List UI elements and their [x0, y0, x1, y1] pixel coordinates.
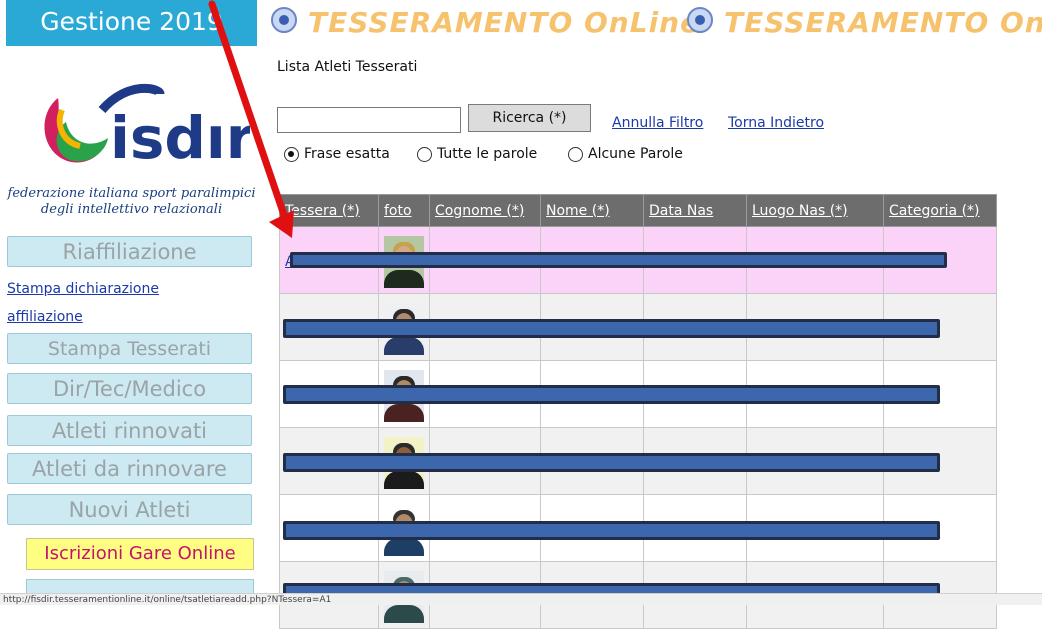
torna-indietro-link[interactable]: Torna Indietro	[728, 115, 824, 131]
svg-text:isdır: isdır	[110, 104, 250, 172]
stampa-tesserati-button[interactable]: Stampa Tesserati	[7, 333, 252, 364]
sidebar: Gestione 2019 isdır federazione italiana…	[0, 0, 262, 605]
banner-logo-icon	[271, 7, 297, 33]
radio-frase-esatta[interactable]: Frase esatta	[284, 144, 390, 164]
iscrizioni-gare-online-button[interactable]: Iscrizioni Gare Online	[26, 538, 254, 570]
column-header-cognome[interactable]: Cognome (*)	[429, 194, 541, 227]
radio-label: Frase esatta	[304, 146, 390, 162]
radio-tutte-le-parole[interactable]: Tutte le parole	[417, 144, 537, 164]
redaction-bar	[283, 385, 940, 404]
column-header-foto[interactable]: foto	[378, 194, 430, 227]
column-header-nome[interactable]: Nome (*)	[540, 194, 644, 227]
redaction-bar	[283, 453, 940, 472]
redaction-bar	[283, 521, 940, 540]
atleti-rinnovati-button[interactable]: Atleti rinnovati	[7, 415, 252, 446]
radio-label: Tutte le parole	[437, 146, 538, 162]
banner-text-repeat: TESSERAMENTO OnLine	[724, 6, 1042, 39]
search-input[interactable]	[277, 107, 461, 133]
column-header-luogo-nas[interactable]: Luogo Nas (*)	[746, 194, 884, 227]
column-header-categoria[interactable]: Categoria (*)	[883, 194, 997, 227]
header-banner: TESSERAMENTO OnLine TESSERAMENTO OnLine	[268, 0, 1042, 46]
column-header-tessera[interactable]: Tessera (*)	[279, 194, 379, 227]
table-header-row: Tessera (*) foto Cognome (*) Nome (*) Da…	[279, 194, 997, 227]
status-bar-url: http://fisdir.tesseramentionline.it/onli…	[0, 593, 1042, 605]
stampa-dichiarazione-link[interactable]: Stampa dichiarazione	[7, 279, 159, 299]
atleti-da-rinnovare-button[interactable]: Atleti da rinnovare	[7, 453, 252, 484]
redaction-bar	[290, 252, 947, 268]
search-button[interactable]: Ricerca (*)	[468, 104, 591, 132]
dir-tec-medico-button[interactable]: Dir/Tec/Medico	[7, 373, 252, 404]
redaction-bar	[283, 319, 940, 338]
page-title: Lista Atleti Tesserati	[277, 59, 418, 75]
banner-text: TESSERAMENTO OnLine	[308, 6, 701, 39]
annulla-filtro-link[interactable]: Annulla Filtro	[612, 115, 703, 131]
nuovi-atleti-button[interactable]: Nuovi Atleti	[7, 494, 252, 525]
radio-alcune-parole[interactable]: Alcune Parole	[568, 144, 683, 164]
sidebar-title: Gestione 2019	[6, 0, 257, 46]
banner-logo-icon	[687, 7, 713, 33]
riaffiliazione-button[interactable]: Riaffiliazione	[7, 236, 252, 267]
column-header-data-nas[interactable]: Data Nas	[643, 194, 747, 227]
radio-label: Alcune Parole	[588, 146, 683, 162]
affiliazione-link[interactable]: affiliazione	[7, 307, 83, 327]
logo-caption: federazione italiana sport paralimpici d…	[7, 186, 256, 217]
radio-checked-icon[interactable]	[284, 146, 299, 162]
radio-unchecked-icon[interactable]	[417, 146, 432, 162]
radio-unchecked-icon[interactable]	[568, 146, 583, 162]
